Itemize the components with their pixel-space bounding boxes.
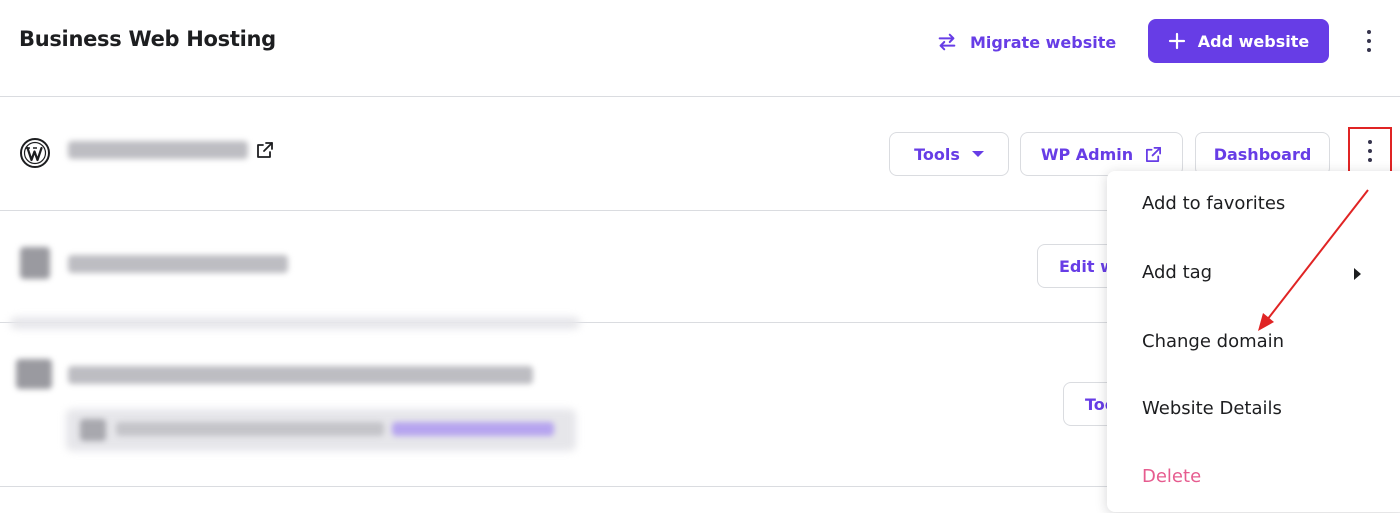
add-website-label: Add website <box>1197 31 1310 51</box>
wp-admin-label: WP Admin <box>1040 144 1134 164</box>
wordpress-icon <box>20 138 50 168</box>
notice-icon-blurred <box>80 419 106 441</box>
menu-item-website-details[interactable]: Website Details <box>1142 398 1282 419</box>
external-link-icon <box>1146 146 1162 162</box>
connect-domain-link-blurred[interactable] <box>392 422 554 436</box>
migrate-website-label: Migrate website <box>970 32 1117 52</box>
website-icon-blurred <box>16 359 52 389</box>
annotation-highlight-box <box>1348 127 1392 174</box>
menu-item-add-to-favorites[interactable]: Add to favorites <box>1142 193 1285 214</box>
wp-admin-button[interactable]: WP Admin <box>1020 132 1183 176</box>
swap-arrows-icon <box>938 33 956 51</box>
dashboard-label: Dashboard <box>1213 144 1312 164</box>
website-icon-blurred <box>20 247 50 279</box>
caret-down-icon <box>971 151 984 157</box>
row-shadow-blurred <box>10 317 580 329</box>
website-domain-blurred <box>68 255 288 273</box>
menu-item-change-domain[interactable]: Change domain <box>1142 331 1284 352</box>
menu-item-delete[interactable]: Delete <box>1142 466 1201 487</box>
menu-item-add-tag[interactable]: Add tag <box>1142 262 1212 283</box>
notice-text-blurred <box>116 422 384 436</box>
website-context-menu: Add to favorites Add tag Change domain W… <box>1107 171 1400 512</box>
header-more-options-icon[interactable] <box>1355 25 1383 57</box>
dashboard-button[interactable]: Dashboard <box>1195 132 1330 176</box>
plus-icon <box>1168 32 1185 50</box>
tools-label: Tools <box>914 144 960 164</box>
page-header: Business Web Hosting Migrate website Add… <box>0 0 1400 97</box>
website-domain-blurred <box>68 366 533 384</box>
submenu-arrow-icon <box>1354 268 1361 280</box>
migrate-website-button[interactable]: Migrate website <box>936 28 1116 56</box>
tools-dropdown-button[interactable]: Tools <box>889 132 1009 176</box>
external-link-icon[interactable] <box>256 141 274 159</box>
page-title: Business Web Hosting <box>19 27 276 51</box>
add-website-button[interactable]: Add website <box>1148 19 1329 63</box>
website-domain-blurred <box>68 141 248 159</box>
